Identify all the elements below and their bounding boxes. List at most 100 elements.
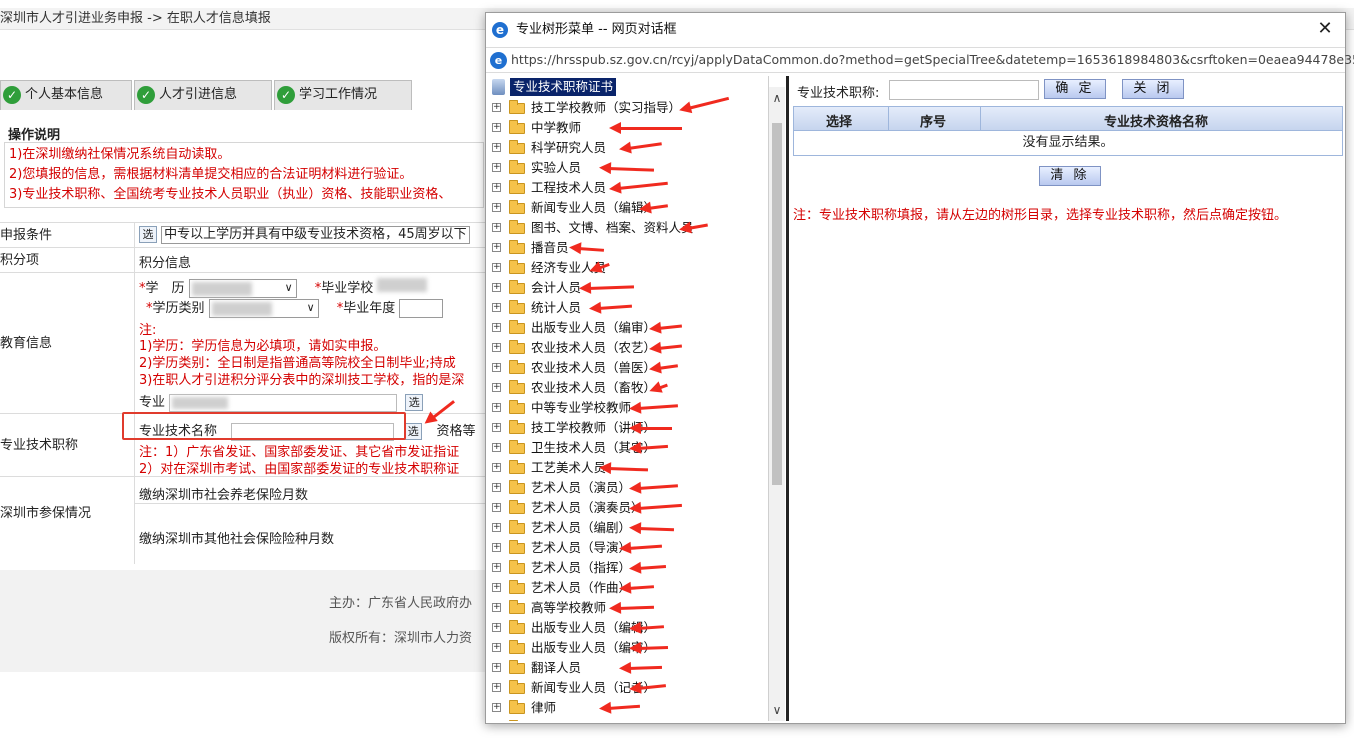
expand-plus-icon[interactable]: + [492,463,501,472]
expand-plus-icon[interactable]: + [492,623,501,632]
tree-item-label: 中学教师 [531,120,582,135]
edu-line-1: *学 历 ∨ *毕业学校 [139,277,428,298]
expand-plus-icon[interactable]: + [492,543,501,552]
expand-plus-icon[interactable]: + [492,503,501,512]
expand-plus-icon[interactable]: + [492,383,501,392]
ops-title: 操作说明 [8,128,61,143]
annotation-arrow [617,605,655,610]
check-icon: ✓ [137,86,155,104]
tree-item-label: 出版专业人员（编审） [531,320,657,335]
tree-pane: 专业技术职称证书 + 技工学校教师（实习指导） + 中学教师 + 科学研究人员 + 实验人员 +… [488,76,769,721]
scroll-up-icon[interactable]: ∧ [769,91,785,105]
folder-icon [509,340,525,354]
folder-icon [509,520,525,534]
expand-plus-icon[interactable]: + [492,663,501,672]
expand-plus-icon[interactable]: + [492,283,501,292]
tree-item-label: 艺术人员（作曲） [531,580,632,595]
expand-plus-icon[interactable]: + [492,203,501,212]
grad-year-select[interactable] [399,299,444,318]
major-line: 专业 选 [139,391,424,412]
footer-copyright: 版权所有：深圳市人力资 [329,631,473,646]
check-icon: ✓ [3,86,21,104]
expand-plus-icon[interactable]: + [492,323,501,332]
expand-plus-icon[interactable]: + [492,423,501,432]
pro-title-field[interactable] [889,80,1039,100]
expand-plus-icon[interactable]: + [492,303,501,312]
tab-label: 个人基本信息 [25,87,104,102]
row-score: 积分项 积分信息 [0,247,485,272]
expand-plus-icon[interactable]: + [492,143,501,152]
select-button[interactable]: 选 [139,226,157,243]
tab-label: 人才引进信息 [159,87,238,102]
expand-plus-icon[interactable]: + [492,483,501,492]
select-button[interactable]: 选 [404,423,423,440]
annotation-arrow [637,404,679,410]
expand-plus-icon[interactable]: + [492,443,501,452]
select-button[interactable]: 选 [405,394,424,411]
expand-plus-icon[interactable]: + [492,183,501,192]
tree-item-label: 高等学校教师 [531,600,607,615]
tree-item-label: 农业技术人员（兽医） [531,360,657,375]
tab-talent-intro[interactable]: ✓ 人才引进信息 [134,80,272,110]
annotation-arrow [627,544,663,550]
edu-type-select[interactable]: ∨ [208,299,319,318]
pro-title-field-label: 专业技术职称: [797,86,880,101]
expand-plus-icon[interactable]: + [492,163,501,172]
tree-root-label: 专业技术职称证书 [510,78,617,96]
major-input[interactable] [169,393,398,412]
social-label: 深圳市参保情况 [0,477,135,564]
grid-header: 选择 序号 专业技术资格名称 [794,107,1342,131]
ops-line: 1)在深圳缴纳社保情况系统自动读取。 [9,147,231,162]
grid-empty-message: 没有显示结果。 [1022,135,1114,150]
expand-plus-icon[interactable]: + [492,363,501,372]
annotation-arrow [627,142,662,150]
edu-line-2: *学历类别 ∨ *毕业年度 [146,297,444,318]
annotation-arrow [637,645,669,650]
dialog-titlebar: e 专业树形菜单 -- 网页对话框 ✕ [486,13,1345,47]
folder-icon [509,180,525,194]
annotation-arrow [627,585,655,590]
address-bar: e https://hrsspub.sz.gov.cn/rcyj/applyDa… [486,47,1354,73]
scroll-thumb[interactable] [772,123,782,485]
tree-item-label: 艺术人员（指挥） [531,560,632,575]
expand-plus-icon[interactable]: + [492,603,501,612]
apply-condition-field[interactable]: 中专以上学历并具有中级专业技术资格，45周岁以下 [161,226,470,244]
folder-icon [509,260,525,274]
tab-study-work[interactable]: ✓ 学习工作情况 [274,80,412,110]
expand-plus-icon[interactable]: + [492,263,501,272]
folder-icon [509,200,525,214]
tree-item-label: 农业技术人员（农艺） [531,340,657,355]
expand-plus-icon[interactable]: + [492,583,501,592]
folder-icon [509,300,525,314]
folder-icon [509,660,525,674]
tree-item-label: 艺术人员（演奏员） [531,500,644,515]
expand-plus-icon[interactable]: + [492,343,501,352]
other-ins-label: 缴纳深圳市其他社会保险险种月数 [139,532,335,547]
expand-plus-icon[interactable]: + [492,223,501,232]
annotation-arrow [607,467,649,472]
annotation-arrow [657,324,683,330]
expand-plus-icon[interactable]: + [492,523,501,532]
expand-plus-icon[interactable]: + [492,703,501,712]
education-label: 教育信息 [0,273,135,413]
tree-item-label: 工程技术人员 [531,180,607,195]
expand-plus-icon[interactable]: + [492,563,501,572]
close-icon[interactable]: ✕ [1315,19,1335,39]
folder-icon [509,380,525,394]
expand-plus-icon[interactable]: + [492,103,501,112]
close-button[interactable]: 关 闭 [1122,79,1184,99]
check-icon: ✓ [277,86,295,104]
folder-icon [509,220,525,234]
expand-plus-icon[interactable]: + [492,243,501,252]
scroll-down-icon[interactable]: ∨ [769,703,785,717]
ops-line: 3)专业技术职称、全国统考专业技术人员职业（执业）资格、技能职业资格、 [9,187,452,202]
expand-plus-icon[interactable]: + [492,643,501,652]
expand-plus-icon[interactable]: + [492,683,501,692]
expand-plus-icon[interactable]: + [492,403,501,412]
edu-level-select[interactable]: ∨ [188,279,297,298]
tree-scrollbar[interactable]: ∧ ∨ [769,87,785,721]
tab-basic-info[interactable]: ✓ 个人基本信息 [0,80,132,110]
clear-button[interactable]: 清 除 [1039,166,1101,186]
confirm-button[interactable]: 确 定 [1044,79,1106,99]
expand-plus-icon[interactable]: + [492,123,501,132]
